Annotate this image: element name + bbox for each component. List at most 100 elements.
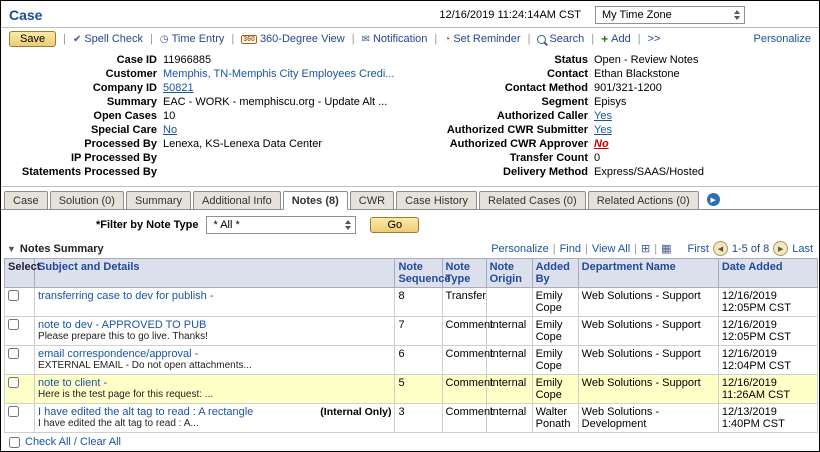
popup-window-icon[interactable]: ⊞ — [641, 242, 650, 255]
save-button[interactable]: Save — [9, 31, 56, 47]
pager-first-link[interactable]: First — [688, 243, 709, 255]
separator: | — [553, 243, 556, 255]
envelope-icon: ✉ — [362, 34, 370, 45]
field-label: Case ID — [7, 54, 163, 67]
col-header-type[interactable]: Note Type — [442, 259, 486, 288]
check-all-link[interactable]: Check All / Clear All — [25, 436, 121, 448]
row-select-checkbox[interactable] — [8, 348, 19, 359]
tab-solution[interactable]: Solution (0) — [50, 191, 124, 209]
separator: | — [634, 243, 637, 255]
grid-find-link[interactable]: Find — [560, 243, 581, 255]
tab-case-history[interactable]: Case History — [396, 191, 477, 209]
search-button[interactable]: Search — [537, 33, 584, 45]
note-origin: Internal — [486, 404, 532, 433]
tab-related-cases[interactable]: Related Cases (0) — [479, 191, 586, 209]
tab-additional-info[interactable]: Additional Info — [193, 191, 281, 209]
note-subject-link[interactable]: note to client - — [38, 377, 107, 389]
tab-case[interactable]: Case — [4, 191, 48, 209]
segment-value: Episys — [594, 96, 626, 109]
col-header-date[interactable]: Date Added — [718, 259, 817, 288]
time-entry-button[interactable]: ◷ Time Entry — [160, 33, 225, 45]
note-subject-link[interactable]: email correspondence/approval - — [38, 348, 198, 360]
col-header-sequence[interactable]: Note Sequence — [395, 259, 442, 288]
field-label: Transfer Count — [410, 152, 594, 165]
note-sequence: 6 — [395, 346, 442, 375]
note-department: Web Solutions - Support — [578, 375, 718, 404]
tab-related-actions[interactable]: Related Actions (0) — [588, 191, 699, 209]
set-reminder-button[interactable]: ◔ Set Reminder — [444, 33, 520, 45]
col-header-subject[interactable]: Subject and Details — [35, 259, 395, 288]
note-date-added: 12/16/2019 12:04PM CST — [718, 346, 817, 375]
pager-last-link[interactable]: Last — [792, 243, 813, 255]
note-type-value: * All * — [213, 219, 337, 231]
authorized-cwr-approver-link[interactable]: No — [594, 138, 609, 151]
grid-personalize-link[interactable]: Personalize — [491, 243, 548, 255]
col-header-origin[interactable]: Note Origin — [486, 259, 532, 288]
pager-prev-icon[interactable]: ◀ — [713, 241, 728, 256]
field-label: Company ID — [7, 82, 163, 95]
details-left-column: Case ID11966885 CustomerMemphis, TN-Memp… — [7, 54, 410, 180]
authorized-caller-link[interactable]: Yes — [594, 110, 612, 123]
grid-view-all-link[interactable]: View All — [592, 243, 630, 255]
spell-check-icon: ✔ — [73, 34, 81, 45]
spell-check-label: Spell Check — [84, 33, 143, 45]
note-date-added: 12/16/2019 12:05PM CST — [718, 317, 817, 346]
row-select-checkbox[interactable] — [8, 319, 19, 330]
tab-notes[interactable]: Notes (8) — [283, 191, 348, 210]
tab-cwr[interactable]: CWR — [350, 191, 394, 209]
separator: | — [638, 33, 641, 45]
notification-button[interactable]: ✉ Notification — [362, 33, 428, 45]
360-degree-view-button[interactable]: 360 360-Degree View — [241, 33, 344, 45]
note-origin: Internal — [486, 375, 532, 404]
tab-summary[interactable]: Summary — [126, 191, 191, 209]
notification-label: Notification — [373, 33, 427, 45]
note-department: Web Solutions - Support — [578, 288, 718, 317]
note-date-added: 12/13/2019 1:40PM CST — [718, 404, 817, 433]
note-department: Web Solutions - Development — [578, 404, 718, 433]
row-select-checkbox[interactable] — [8, 406, 19, 417]
note-type: Comment — [442, 375, 486, 404]
company-id-link[interactable]: 50821 — [163, 82, 194, 95]
note-sequence: 3 — [395, 404, 442, 433]
case-id-value: 11966885 — [163, 54, 211, 67]
field-label: Authorized CWR Submitter — [410, 124, 594, 137]
timezone-select[interactable]: My Time Zone — [595, 6, 745, 24]
customer-link[interactable]: Memphis, TN-Memphis City Employees Credi… — [163, 68, 394, 81]
note-sequence: 7 — [395, 317, 442, 346]
go-button[interactable]: Go — [370, 217, 419, 233]
col-header-department[interactable]: Department Name — [578, 259, 718, 288]
personalize-link[interactable]: Personalize — [754, 33, 811, 45]
download-grid-icon[interactable]: ▦ — [661, 242, 671, 255]
more-tabs-icon[interactable]: ▶ — [707, 193, 720, 206]
spell-check-button[interactable]: ✔ Spell Check — [73, 33, 143, 45]
note-type-select[interactable]: * All * — [206, 216, 356, 234]
field-label: Customer — [7, 68, 163, 81]
add-label: Add — [611, 33, 631, 45]
collapse-section-icon[interactable]: ▼ — [7, 244, 16, 254]
authorized-cwr-submitter-link[interactable]: Yes — [594, 124, 612, 137]
separator: | — [434, 33, 437, 45]
separator: | — [654, 243, 657, 255]
note-subject-link[interactable]: transferring case to dev for publish - — [38, 290, 213, 302]
more-toolbar-button[interactable]: >> — [648, 33, 661, 45]
pager-next-icon[interactable]: ▶ — [773, 241, 788, 256]
note-added-by: Emily Cope — [532, 288, 578, 317]
note-added-by: Emily Cope — [532, 375, 578, 404]
separator: | — [585, 243, 588, 255]
note-added-by: Walter Ponath — [532, 404, 578, 433]
note-department: Web Solutions - Support — [578, 346, 718, 375]
contact-method-value: 901/321-1200 — [594, 82, 662, 95]
row-select-checkbox[interactable] — [8, 290, 19, 301]
note-subject-link[interactable]: note to dev - APPROVED TO PUB — [38, 319, 206, 331]
field-label: Contact Method — [410, 82, 594, 95]
360-degree-view-label: 360-Degree View — [260, 33, 345, 45]
row-select-checkbox[interactable] — [8, 377, 19, 388]
clock-icon: ◷ — [160, 34, 169, 45]
notes-summary-title: Notes Summary — [20, 243, 104, 255]
special-care-link[interactable]: No — [163, 124, 177, 137]
note-subject-link[interactable]: I have edited the alt tag to read : A re… — [38, 406, 253, 418]
check-all-checkbox[interactable] — [9, 437, 20, 448]
field-label: Contact — [410, 68, 594, 81]
col-header-added-by[interactable]: Added By — [532, 259, 578, 288]
add-button[interactable]: + Add — [601, 32, 631, 46]
